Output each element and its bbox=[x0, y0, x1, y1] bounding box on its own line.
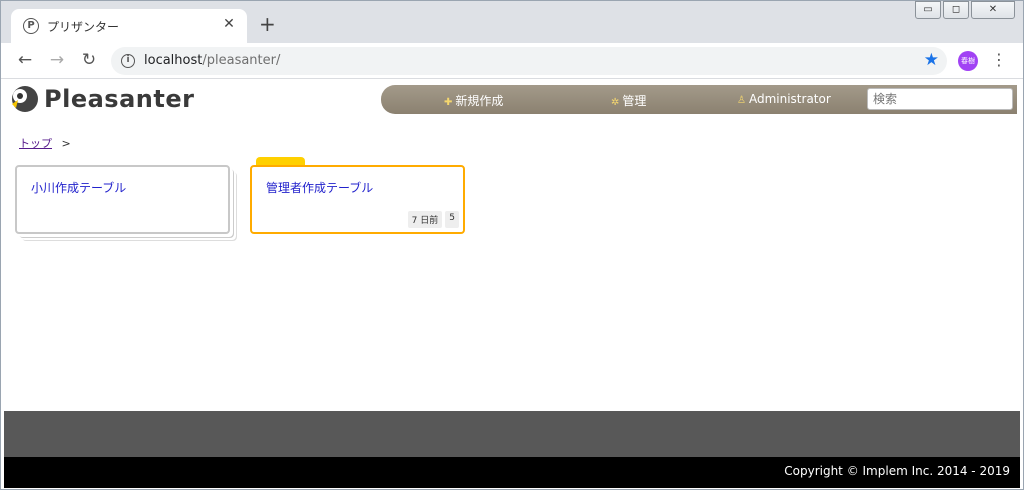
pleasanter-logo[interactable]: Pleasanter bbox=[10, 84, 194, 114]
tab-title: プリザンター bbox=[47, 20, 120, 34]
table-card-admin[interactable]: 管理者作成テーブル 7 日前 5 bbox=[250, 165, 465, 234]
url-host: localhost bbox=[144, 53, 203, 68]
tab-strip: P プリザンター ✕ + ▭ ◻ ✕ bbox=[1, 1, 1023, 43]
window-close-button[interactable]: ✕ bbox=[971, 1, 1015, 19]
plus-icon: ✚ bbox=[444, 97, 453, 108]
bookmark-star-icon[interactable]: ★ bbox=[924, 50, 939, 70]
minimize-button[interactable]: ▭ bbox=[915, 1, 941, 19]
url-path: /pleasanter/ bbox=[202, 53, 281, 68]
back-arrow-icon[interactable]: ← bbox=[15, 51, 35, 69]
search-input[interactable] bbox=[867, 88, 1013, 110]
logo-text: Pleasanter bbox=[44, 85, 195, 113]
site-info-icon[interactable]: i bbox=[121, 54, 135, 68]
breadcrumb-top-link[interactable]: トップ bbox=[19, 137, 52, 150]
browser-toolbar: ← → ↻ i localhost/pleasanter/ ★ 春樹 ⋮ bbox=[1, 43, 1023, 79]
url-text[interactable]: localhost/pleasanter/ bbox=[144, 53, 280, 68]
restore-button[interactable]: ◻ bbox=[943, 1, 969, 19]
table-card-ogawa[interactable]: 小川作成テーブル bbox=[15, 165, 230, 234]
breadcrumb-separator: > bbox=[61, 137, 71, 150]
count-badge: 5 bbox=[445, 211, 459, 228]
card-badges: 7 日前 5 bbox=[405, 211, 459, 228]
footer-bar bbox=[4, 411, 1020, 457]
tab-close-icon[interactable]: ✕ bbox=[221, 16, 237, 32]
main-navbar: ✚ 新規作成 ✲ 管理 ♙ Administrator bbox=[381, 85, 1017, 114]
address-bar[interactable]: i localhost/pleasanter/ ★ bbox=[111, 47, 947, 75]
nav-new-label: 新規作成 bbox=[455, 94, 504, 108]
footer: Copyright © Implem Inc. 2014 - 2019 bbox=[4, 457, 1020, 488]
gear-icon: ✲ bbox=[611, 97, 620, 108]
bird-logo-icon bbox=[10, 84, 40, 114]
new-tab-icon[interactable]: + bbox=[259, 14, 276, 34]
nav-user-button[interactable]: ♙ Administrator bbox=[737, 92, 831, 106]
card-title[interactable]: 小川作成テーブル bbox=[31, 179, 126, 196]
profile-avatar[interactable]: 春樹 bbox=[958, 51, 978, 71]
card-title[interactable]: 管理者作成テーブル bbox=[266, 179, 373, 196]
copyright-text: Copyright © Implem Inc. 2014 - 2019 bbox=[784, 464, 1010, 478]
nav-manage-button[interactable]: ✲ 管理 bbox=[611, 92, 646, 109]
updated-badge: 7 日前 bbox=[407, 211, 443, 228]
pleasanter-favicon-icon: P bbox=[23, 18, 39, 34]
nav-new-button[interactable]: ✚ 新規作成 bbox=[444, 92, 503, 109]
page-content: Pleasanter ✚新規作成 ✲管理 ♙Administrator トップ … bbox=[4, 80, 1020, 488]
browser-window: P プリザンター ✕ + ▭ ◻ ✕ ← → ↻ i localhost/ple… bbox=[0, 0, 1024, 490]
browser-tab[interactable]: P プリザンター ✕ bbox=[11, 9, 247, 43]
forward-arrow-icon[interactable]: → bbox=[47, 51, 67, 69]
window-controls: ▭ ◻ ✕ bbox=[913, 1, 1015, 19]
user-icon: ♙ bbox=[737, 95, 746, 106]
nav-manage-label: 管理 bbox=[622, 94, 647, 108]
nav-user-label: Administrator bbox=[748, 92, 831, 106]
breadcrumb: トップ > bbox=[19, 135, 71, 151]
kebab-menu-icon[interactable]: ⋮ bbox=[991, 51, 1007, 69]
reload-icon[interactable]: ↻ bbox=[79, 51, 99, 69]
